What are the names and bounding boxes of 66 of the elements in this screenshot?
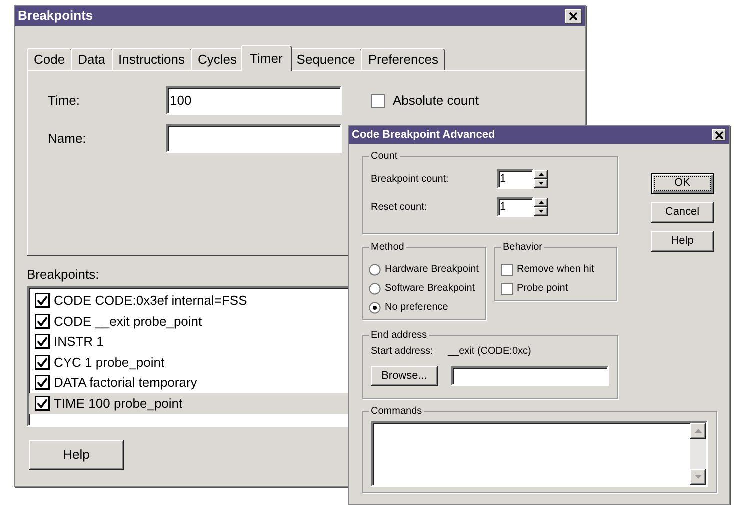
dialog-button[interactable]: OK	[651, 173, 714, 194]
spin-down-button[interactable]	[534, 179, 548, 188]
list-item[interactable]: CODE __exit probe_point	[54, 312, 202, 331]
list-item[interactable]: CODE CODE:0x3ef internal=FSS	[54, 291, 248, 310]
time-field[interactable]: 100	[166, 86, 342, 115]
checkbox-label: Remove when hit	[517, 263, 594, 277]
radio-button[interactable]	[369, 282, 381, 294]
checkbox[interactable]	[371, 94, 385, 108]
window-title: Breakpoints	[18, 7, 94, 26]
list-item[interactable]: INSTR 1	[54, 332, 104, 352]
number-field[interactable]: 1	[497, 169, 534, 189]
down-arrow-icon	[538, 182, 544, 185]
checkbox-label: Probe point	[517, 282, 568, 296]
down-arrow-icon	[694, 475, 702, 479]
checkbox[interactable]	[501, 264, 513, 276]
close-icon	[569, 12, 578, 20]
window-title: Code Breakpoint Advanced	[352, 128, 496, 143]
checkbox[interactable]	[35, 375, 50, 390]
time-label: Time:	[48, 92, 82, 110]
number-field[interactable]: 1	[497, 197, 534, 217]
address-value: __exit (CODE:0xc)	[448, 345, 532, 359]
spin-up-button[interactable]	[534, 170, 548, 179]
tab[interactable]: Data	[71, 48, 113, 70]
tab[interactable]: Code	[27, 48, 72, 70]
spin-up-button[interactable]	[534, 198, 548, 207]
checkbox[interactable]	[35, 396, 50, 411]
address-field[interactable]	[451, 366, 609, 386]
spinner-label: Reset count:	[371, 200, 428, 214]
help-button[interactable]: Help	[29, 440, 124, 470]
radio-button[interactable]	[369, 302, 381, 314]
close-button[interactable]	[565, 8, 582, 24]
radio-label: Software Breakpoint	[385, 282, 476, 296]
down-arrow-icon	[538, 210, 544, 213]
spin-down-button[interactable]	[534, 207, 548, 216]
radio-label: Hardware Breakpoint	[385, 263, 479, 277]
scrollbar[interactable]	[690, 423, 706, 485]
name-label: Name:	[48, 130, 88, 148]
dialog-button[interactable]: Cancel	[651, 202, 714, 223]
radio-button[interactable]	[369, 264, 381, 276]
checkbox[interactable]	[501, 282, 513, 294]
up-arrow-icon	[538, 201, 544, 204]
up-arrow-icon	[694, 429, 702, 433]
browse-button[interactable]: Browse...	[371, 366, 438, 386]
tab[interactable]: Instructions	[112, 48, 192, 70]
tab[interactable]: Timer	[241, 45, 292, 71]
radio-label: No preference	[385, 301, 448, 315]
tab[interactable]: Sequence	[290, 48, 362, 70]
list-label: Breakpoints:	[27, 266, 100, 284]
text-area[interactable]	[371, 421, 708, 487]
close-button[interactable]	[712, 129, 726, 141]
close-icon	[714, 130, 724, 140]
list-item[interactable]: CYC 1 probe_point	[54, 352, 165, 372]
list-item[interactable]: DATA factorial temporary	[54, 373, 198, 392]
spinner-label: Breakpoint count:	[371, 172, 450, 186]
checkbox[interactable]	[35, 293, 50, 308]
checkbox-label: Absolute count	[393, 92, 480, 110]
scroll-down-button[interactable]	[690, 469, 706, 485]
tab[interactable]: Preferences	[361, 48, 446, 70]
scroll-up-button[interactable]	[690, 423, 706, 439]
name-field[interactable]	[166, 124, 342, 153]
checkbox[interactable]	[35, 314, 50, 329]
field-label: Start address:	[371, 345, 434, 359]
checkbox[interactable]	[35, 354, 50, 370]
dialog-button[interactable]: Help	[651, 231, 714, 252]
checkbox[interactable]	[35, 334, 50, 350]
up-arrow-icon	[538, 173, 544, 176]
